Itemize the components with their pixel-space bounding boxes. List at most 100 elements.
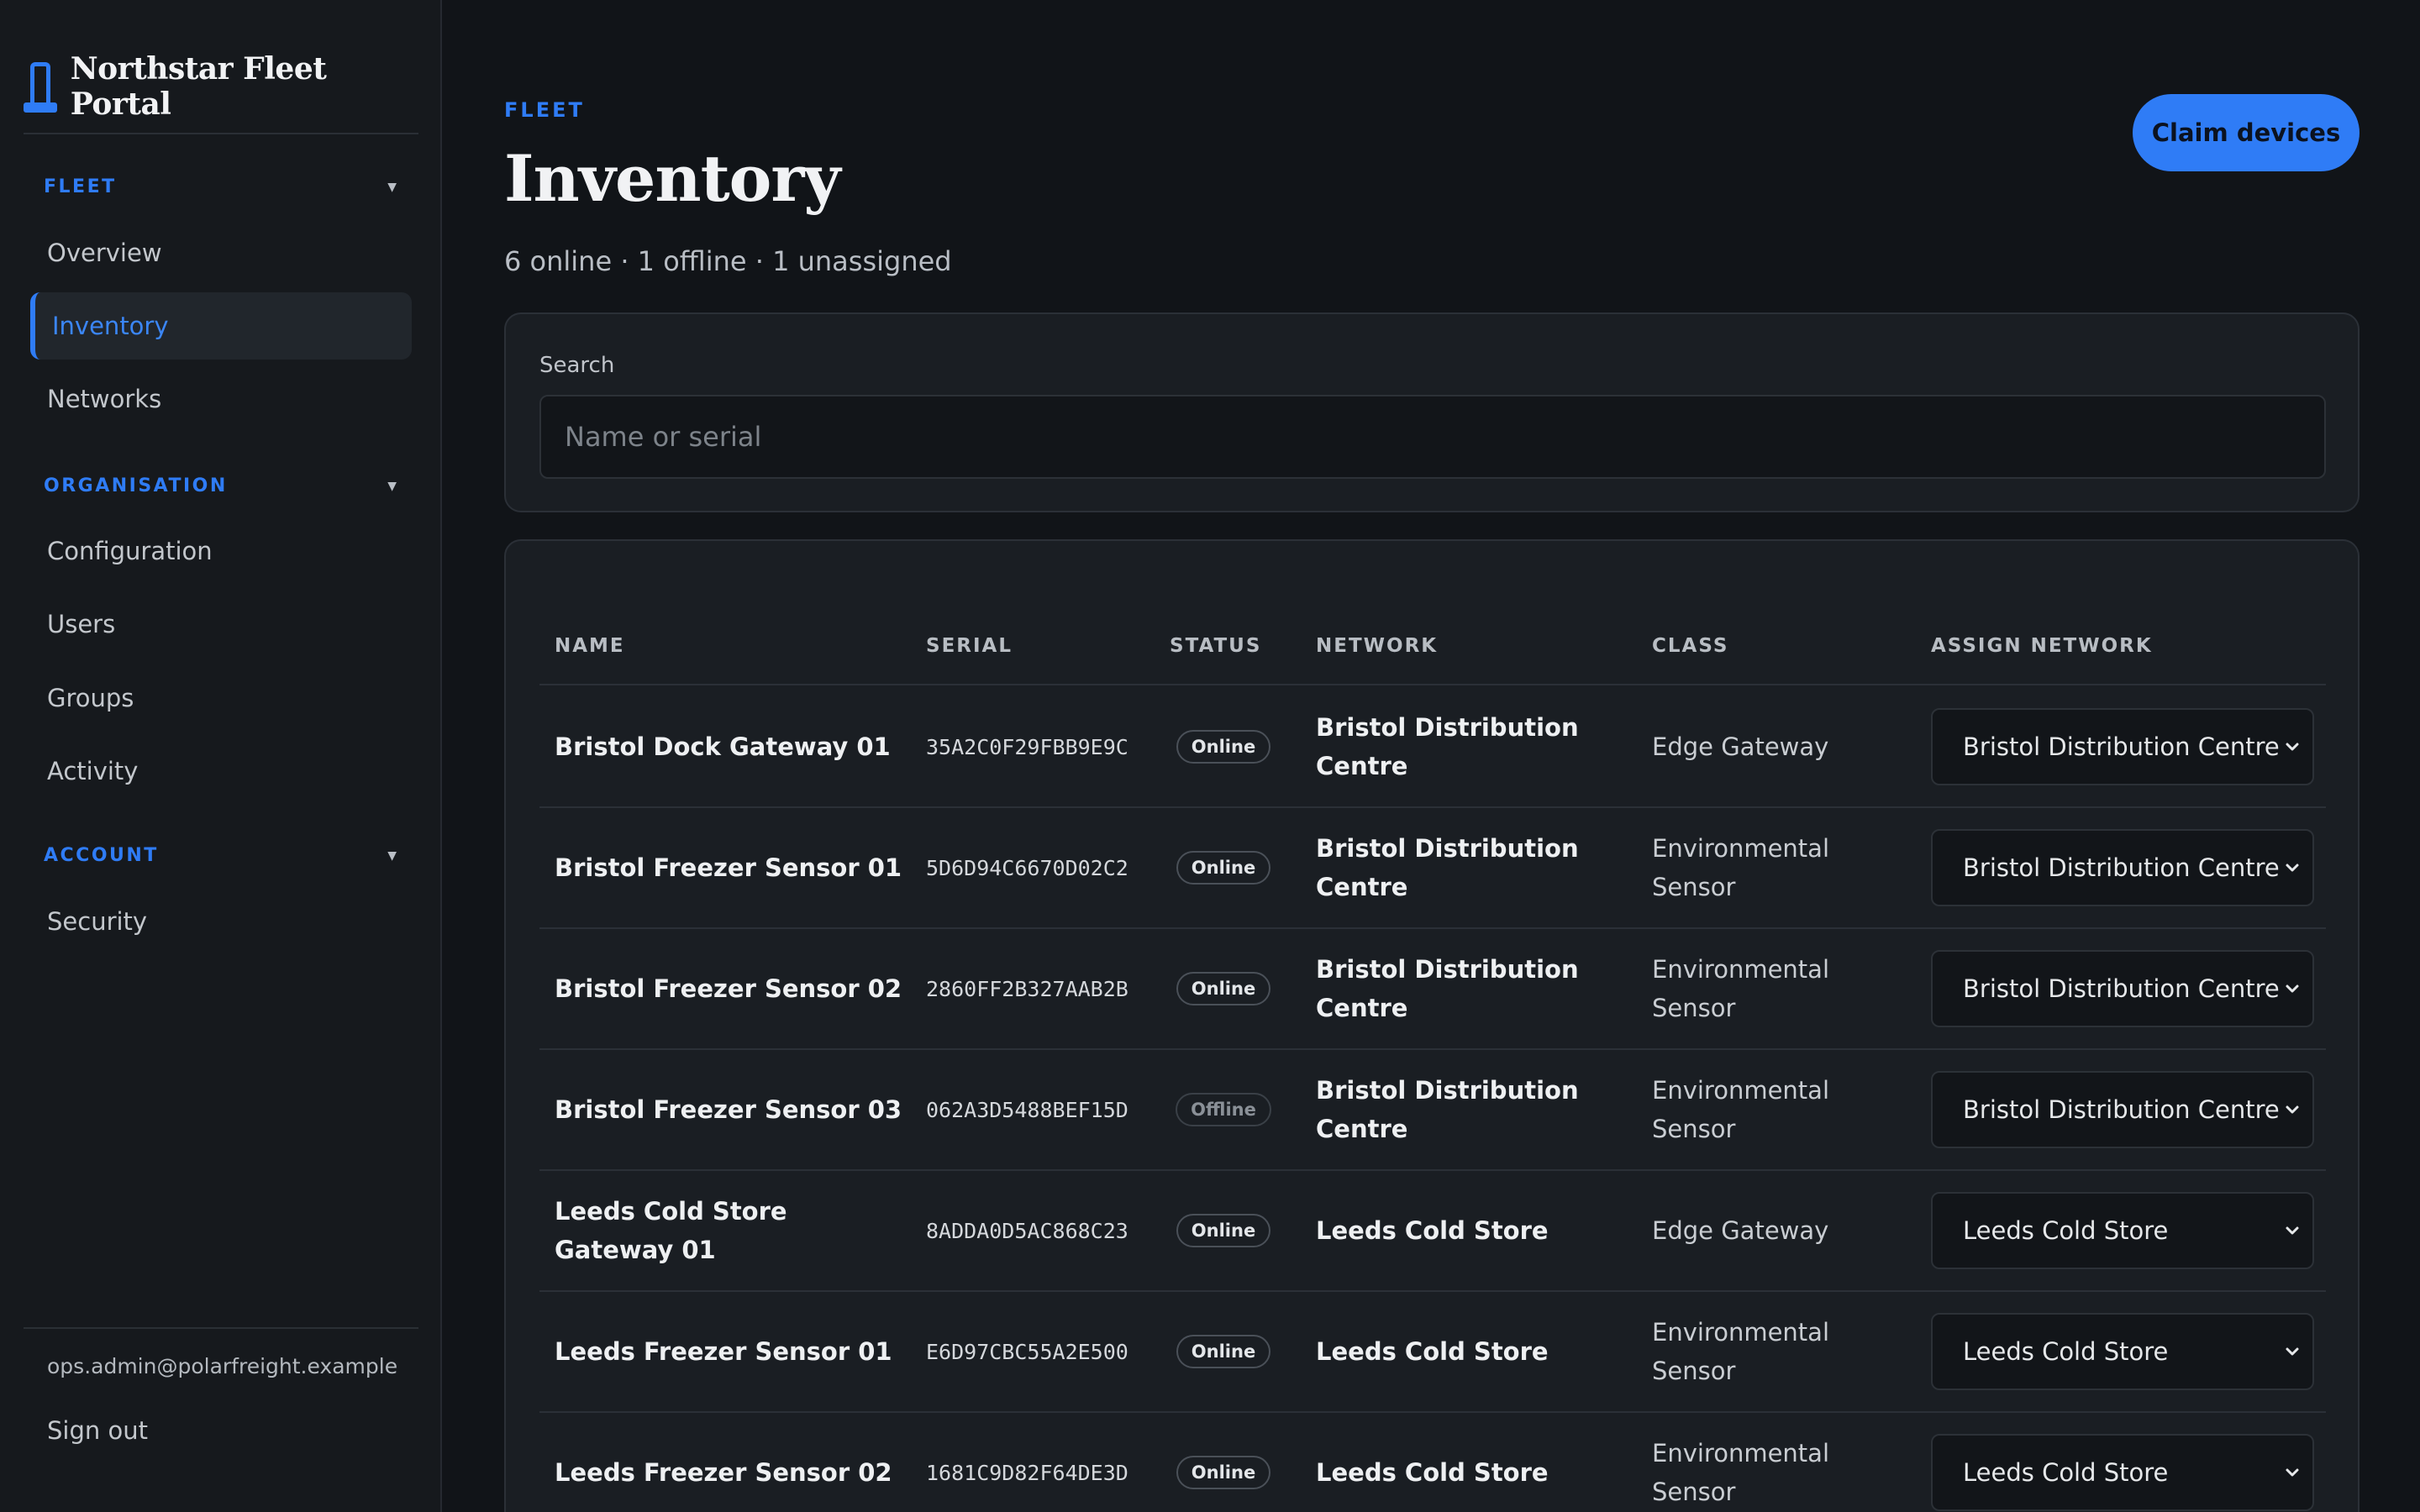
column-header-serial[interactable]: SERIAL [926,635,1013,657]
assign-network-select[interactable]: Leeds Cold Store [1931,1313,2314,1390]
column-header-network[interactable]: NETWORK [1316,635,1438,657]
table-row[interactable]: Bristol Dock Gateway 01 35A2C0F29FBB9E9C O… [539,687,2326,808]
status-badge: Online [1176,851,1271,885]
assign-network-cell: Bristol Distribution Centre [1931,687,2314,806]
chevron-down-icon [2286,864,2299,872]
column-header-status[interactable]: STATUS [1170,635,1261,657]
device-name[interactable]: Bristol Freezer Sensor 02 [555,929,908,1048]
device-serial: 062A3D5488BEF15D [926,1097,1128,1122]
app-title: Northstar Fleet Portal [70,51,327,122]
status-cell: Online [1165,808,1282,927]
assign-network-value: Leeds Cold Store [1963,1458,2169,1487]
sidebar-item-groups[interactable]: Groups [30,664,412,732]
device-name[interactable]: Bristol Freezer Sensor 01 [555,808,908,927]
status-badge: Online [1176,972,1271,1005]
assign-network-select[interactable]: Bristol Distribution Centre [1931,950,2314,1027]
chevron-down-icon [2286,1347,2299,1356]
column-header-assign-network: ASSIGN NETWORK [1931,635,2153,657]
status-cell: Offline [1165,1050,1282,1169]
assign-network-select[interactable]: Leeds Cold Store [1931,1192,2314,1269]
nav-section-account[interactable]: ACCOUNT ▼ [44,845,397,866]
device-network: Bristol Distribution Centre [1316,713,1579,780]
search-input[interactable] [539,395,2326,479]
nav-section-fleet[interactable]: FLEET ▼ [44,176,397,197]
sign-out-link[interactable]: Sign out [47,1416,148,1445]
device-class: Environmental Sensor [1652,1076,1830,1143]
sidebar-item-inventory[interactable]: Inventory [30,292,412,360]
assign-network-cell: Bristol Distribution Centre [1931,808,2314,927]
device-network: Leeds Cold Store [1316,1337,1549,1366]
chevron-down-icon [2286,1226,2299,1235]
assign-network-cell: Bristol Distribution Centre [1931,1050,2314,1169]
status-badge: Online [1176,1214,1271,1247]
brand[interactable]: Northstar Fleet Portal [24,50,418,134]
assign-network-value: Bristol Distribution Centre [1963,974,2280,1003]
table-row[interactable]: Leeds Freezer Sensor 02 1681C9D82F64DE3D O… [539,1413,2326,1512]
device-name[interactable]: Leeds Cold Store Gateway 01 [555,1171,908,1290]
sidebar-item-security[interactable]: Security [30,888,412,955]
chevron-down-icon [2286,743,2299,751]
assign-network-cell: Leeds Cold Store [1931,1171,2314,1290]
table-header: NAME SERIAL STATUS NETWORK CLASS ASSIGN … [539,591,2326,685]
device-network: Bristol Distribution Centre [1316,1076,1579,1143]
device-name[interactable]: Leeds Freezer Sensor 02 [555,1413,908,1512]
nav-section-label: ACCOUNT [44,845,159,866]
column-header-class[interactable]: CLASS [1652,635,1728,657]
assign-network-cell: Leeds Cold Store [1931,1413,2314,1512]
device-class: Environmental Sensor [1652,1318,1830,1385]
assign-network-select[interactable]: Leeds Cold Store [1931,1434,2314,1511]
sidebar-item-overview[interactable]: Overview [30,219,412,286]
status-badge: Online [1176,730,1271,764]
device-network: Leeds Cold Store [1316,1216,1549,1245]
assign-network-value: Bristol Distribution Centre [1963,853,2280,882]
assign-network-select[interactable]: Bristol Distribution Centre [1931,1071,2314,1148]
sidebar-item-networks[interactable]: Networks [30,365,412,433]
sidebar-item-activity[interactable]: Activity [30,738,412,805]
chevron-down-icon [2286,1468,2299,1477]
nav-section-organisation[interactable]: ORGANISATION ▼ [44,475,397,496]
device-network: Leeds Cold Store [1316,1458,1549,1487]
assign-network-select[interactable]: Bristol Distribution Centre [1931,708,2314,785]
search-card: Search [504,312,2360,512]
device-name[interactable]: Bristol Freezer Sensor 03 [555,1050,908,1169]
assign-network-value: Bristol Distribution Centre [1963,1095,2280,1124]
device-class: Environmental Sensor [1652,955,1830,1022]
assign-network-select[interactable]: Bristol Distribution Centre [1931,829,2314,906]
status-badge: Online [1176,1456,1271,1489]
device-serial: E6D97CBC55A2E500 [926,1339,1128,1364]
table-row[interactable]: Leeds Cold Store Gateway 01 8ADDA0D5AC868… [539,1171,2326,1292]
column-header-name[interactable]: NAME [555,635,625,657]
device-network: Bristol Distribution Centre [1316,955,1579,1022]
nav-section-label: ORGANISATION [44,475,228,496]
status-cell: Online [1165,1413,1282,1512]
table-row[interactable]: Leeds Freezer Sensor 01 E6D97CBC55A2E500 O… [539,1292,2326,1413]
device-class: Environmental Sensor [1652,1439,1830,1506]
table-row[interactable]: Bristol Freezer Sensor 01 5D6D94C6670D02C… [539,808,2326,929]
caret-down-icon: ▼ [387,479,397,493]
sidebar: Northstar Fleet Portal FLEET ▼ Overview … [0,0,442,1512]
beacon-logo-icon [24,62,59,113]
status-cell: Online [1165,1292,1282,1411]
assign-network-value: Leeds Cold Store [1963,1337,2169,1366]
status-cell: Online [1165,929,1282,1048]
status-summary: 6 online · 1 offline · 1 unassigned [504,245,952,277]
assign-network-value: Leeds Cold Store [1963,1216,2169,1245]
user-email: ops.admin@polarfreight.example [47,1354,398,1378]
table-row[interactable]: Bristol Freezer Sensor 02 2860FF2B327AAB2… [539,929,2326,1050]
page-eyebrow: FLEET [504,98,585,122]
assign-network-value: Bristol Distribution Centre [1963,732,2280,761]
device-name[interactable]: Bristol Dock Gateway 01 [555,687,908,806]
device-network: Bristol Distribution Centre [1316,834,1579,901]
status-cell: Online [1165,687,1282,806]
caret-down-icon: ▼ [387,180,397,194]
assign-network-cell: Leeds Cold Store [1931,1292,2314,1411]
device-serial: 35A2C0F29FBB9E9C [926,734,1128,759]
sidebar-item-users[interactable]: Users [30,591,412,658]
sidebar-item-configuration[interactable]: Configuration [30,517,412,585]
table-row[interactable]: Bristol Freezer Sensor 03 062A3D5488BEF15… [539,1050,2326,1171]
divider [24,1327,418,1329]
device-name[interactable]: Leeds Freezer Sensor 01 [555,1292,908,1411]
device-class: Edge Gateway [1652,1216,1829,1245]
claim-devices-button[interactable]: Claim devices [2133,94,2360,171]
caret-down-icon: ▼ [387,848,397,863]
